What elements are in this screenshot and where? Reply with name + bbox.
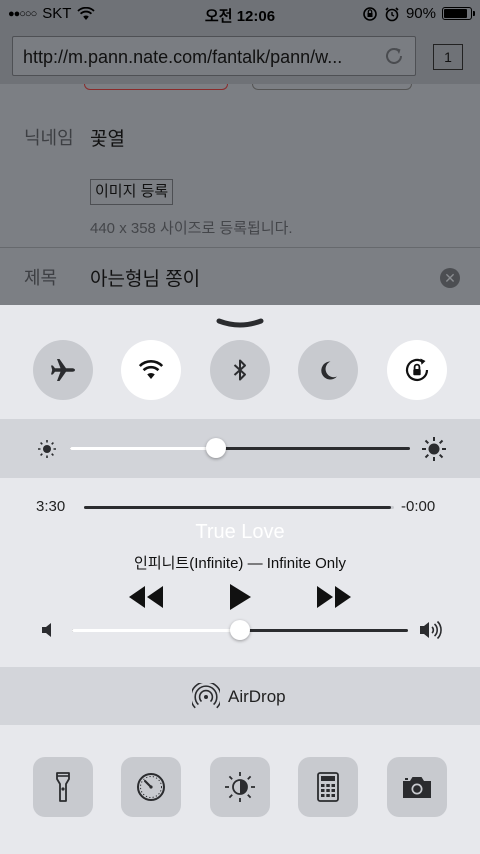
status-bar: ●●○○○ SKT 오전 12:06 90% xyxy=(0,0,480,30)
rotation-lock-status-icon xyxy=(363,6,377,21)
address-bar[interactable]: http://m.pann.nate.com/fantalk/pann/w... xyxy=(12,36,416,76)
night-shift-button[interactable] xyxy=(210,757,270,817)
bluetooth-icon xyxy=(233,359,246,381)
fast-forward-icon[interactable] xyxy=(315,582,353,612)
moon-icon xyxy=(321,361,337,380)
submit-button-edge xyxy=(84,84,228,90)
playback-progress xyxy=(84,506,391,509)
night-shift-icon xyxy=(225,772,255,802)
flashlight-button[interactable] xyxy=(33,757,93,817)
web-page-background xyxy=(0,84,480,306)
airplane-mode-toggle[interactable] xyxy=(33,340,93,400)
control-center: 3:30 -0:00 True Love 인피니트(Infinite) — In… xyxy=(0,305,480,854)
timer-button[interactable] xyxy=(121,757,181,817)
airdrop-icon xyxy=(192,683,220,709)
image-size-hint: 440 x 358 사이즈로 등록됩니다. xyxy=(90,220,293,237)
brightness-control xyxy=(0,419,480,478)
camera-button[interactable] xyxy=(387,757,447,817)
url-text: http://m.pann.nate.com/fantalk/pann/w... xyxy=(23,47,343,67)
title-label: 제목 xyxy=(24,268,58,288)
calculator-icon xyxy=(317,772,339,802)
volume-fill xyxy=(72,629,240,632)
rotation-lock-icon xyxy=(405,358,429,382)
song-title: True Love xyxy=(195,521,285,543)
title-input[interactable]: 아는형님 쫑이 xyxy=(90,264,200,291)
wifi-toggle[interactable] xyxy=(121,340,181,400)
rewind-icon[interactable] xyxy=(127,582,165,612)
nickname-label: 닉네임 xyxy=(24,128,74,148)
nickname-value: 꽃열 xyxy=(90,129,125,150)
play-icon[interactable] xyxy=(227,582,253,612)
reload-icon[interactable] xyxy=(383,45,405,67)
elapsed-time: 3:30 xyxy=(36,498,66,515)
volume-slider-knob[interactable] xyxy=(230,620,250,640)
volume-low-icon xyxy=(42,623,51,637)
alarm-icon xyxy=(385,6,399,21)
wifi-icon xyxy=(138,360,164,379)
tabs-button[interactable]: 1 xyxy=(433,44,463,70)
brightness-low-icon xyxy=(38,440,56,458)
brightness-fill xyxy=(70,447,217,450)
image-register-button[interactable]: 이미지 등록 xyxy=(90,179,174,205)
airplane-icon xyxy=(51,359,75,381)
cancel-button-edge xyxy=(252,84,412,90)
camera-icon xyxy=(403,777,431,798)
clear-icon[interactable]: ✕ xyxy=(440,268,460,288)
airdrop-button[interactable]: AirDrop xyxy=(0,667,480,725)
volume-high-icon xyxy=(420,620,442,640)
calculator-button[interactable] xyxy=(298,757,358,817)
flashlight-icon xyxy=(56,772,70,802)
artist-album: 인피니트(Infinite) — Infinite Only xyxy=(134,555,346,572)
battery-percent: 90% xyxy=(405,5,436,22)
bluetooth-toggle[interactable] xyxy=(210,340,270,400)
do-not-disturb-toggle[interactable] xyxy=(298,340,358,400)
timer-icon xyxy=(137,773,165,801)
divider xyxy=(0,247,480,248)
brightness-slider-knob[interactable] xyxy=(206,438,227,458)
battery-icon xyxy=(442,7,475,20)
remaining-time: -0:00 xyxy=(401,498,436,515)
rotation-lock-toggle[interactable] xyxy=(387,340,447,400)
brightness-high-icon xyxy=(422,437,446,461)
airdrop-label: AirDrop xyxy=(228,687,286,706)
grabber-handle[interactable] xyxy=(216,317,264,331)
